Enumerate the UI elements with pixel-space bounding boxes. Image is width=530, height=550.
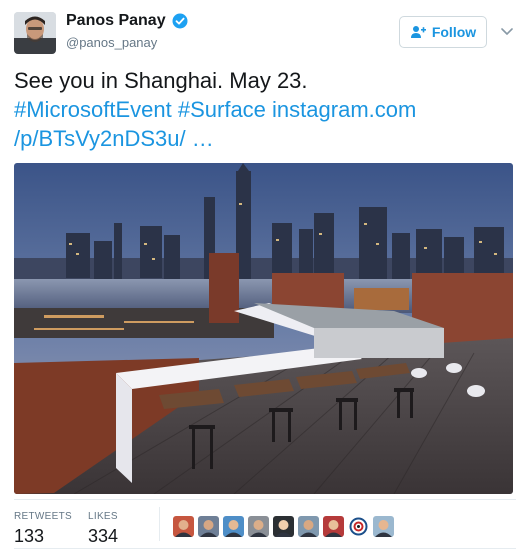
likes-count: 334 bbox=[88, 526, 119, 546]
retweets-count: 133 bbox=[14, 526, 45, 546]
tweet-card: Panos Panay @panos_panay Follow See you … bbox=[0, 0, 530, 550]
liker-avatar[interactable] bbox=[298, 516, 319, 537]
retweets-label: RETWEETS bbox=[14, 511, 72, 522]
hashtag-link[interactable]: #MicrosoftEvent bbox=[14, 97, 172, 122]
retweets-stat[interactable]: RETWEETS 133 bbox=[14, 511, 72, 547]
liker-avatar[interactable] bbox=[248, 516, 269, 537]
author-avatar[interactable] bbox=[14, 12, 56, 54]
liker-avatar[interactable] bbox=[348, 516, 369, 537]
divider bbox=[14, 548, 516, 549]
liker-avatars bbox=[173, 516, 394, 537]
author-name-row: Panos Panay bbox=[66, 12, 188, 30]
tweet-text-line: See you in Shanghai. May 23. bbox=[14, 68, 308, 93]
author-handle[interactable]: @panos_panay bbox=[66, 35, 157, 50]
tweet-text: See you in Shanghai. May 23. #MicrosoftE… bbox=[14, 66, 514, 153]
verified-badge-icon bbox=[172, 13, 188, 29]
follow-button[interactable]: Follow bbox=[399, 16, 487, 48]
likes-label: LIKES bbox=[88, 511, 118, 522]
add-person-icon bbox=[410, 26, 426, 38]
liker-avatar[interactable] bbox=[198, 516, 219, 537]
likes-stat[interactable]: LIKES 334 bbox=[88, 511, 118, 547]
author-name[interactable]: Panos Panay bbox=[66, 12, 166, 30]
liker-avatar[interactable] bbox=[173, 516, 194, 537]
divider bbox=[14, 499, 516, 500]
hashtag-link[interactable]: #Surface bbox=[178, 97, 266, 122]
chevron-down-icon[interactable] bbox=[498, 22, 516, 40]
avatar-image bbox=[14, 12, 56, 54]
liker-avatar[interactable] bbox=[323, 516, 344, 537]
divider bbox=[159, 507, 160, 541]
liker-avatar[interactable] bbox=[223, 516, 244, 537]
photo-rooftop-shanghai-skyline bbox=[14, 163, 513, 494]
follow-button-label: Follow bbox=[431, 24, 477, 40]
tweet-photo[interactable] bbox=[14, 163, 513, 494]
liker-avatar[interactable] bbox=[273, 516, 294, 537]
liker-avatar[interactable] bbox=[373, 516, 394, 537]
